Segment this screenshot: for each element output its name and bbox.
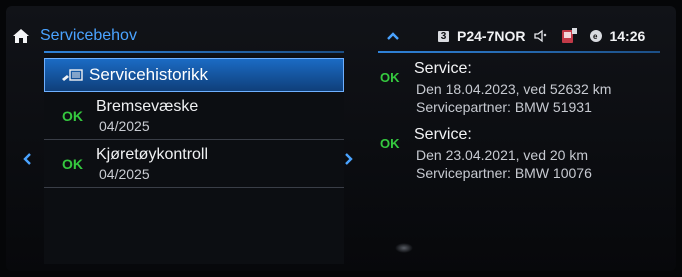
service-history-label: Servicehistorikk <box>89 65 209 84</box>
connectivity-icon: e <box>590 30 603 42</box>
chevron-right-icon[interactable] <box>344 152 354 166</box>
notification-badge: 3 <box>438 30 449 42</box>
status-ok: OK <box>62 156 83 172</box>
item-date: 04/2025 <box>99 166 150 182</box>
screen-glare <box>395 243 413 253</box>
service-history-item[interactable]: Servicehistorikk <box>44 58 344 92</box>
home-icon[interactable] <box>12 27 30 45</box>
item-date: 04/2025 <box>99 118 150 134</box>
status-ok: OK <box>380 70 400 85</box>
svg-text:e: e <box>593 32 598 41</box>
list-item[interactable]: OK Kjøretøykontroll 04/2025 <box>44 142 344 188</box>
status-underline <box>378 51 660 53</box>
status-ok: OK <box>62 108 83 124</box>
service-doc-icon <box>62 69 83 81</box>
chevron-up-icon[interactable] <box>386 31 400 41</box>
entry-date: Den 23.04.2021, ved 20 km <box>416 147 589 163</box>
entry-title: Service: <box>414 60 472 77</box>
entry-partner: Servicepartner: BMW 51931 <box>416 99 592 115</box>
clock: 14:26 <box>609 28 646 44</box>
phone-icon <box>562 28 578 43</box>
item-name: Bremsevæske <box>96 98 199 115</box>
entry-date: Den 18.04.2023, ved 52632 km <box>416 81 612 97</box>
speaker-icon <box>534 29 547 43</box>
entry-partner: Servicepartner: BMW 10076 <box>416 165 592 181</box>
list-item[interactable]: OK Bremsevæske 04/2025 <box>44 94 344 140</box>
entry-title: Service: <box>414 126 472 143</box>
status-bar: 3 P24-7NOR e 14:26 <box>378 24 660 48</box>
item-name: Kjøretøykontroll <box>96 146 209 163</box>
status-ok: OK <box>380 136 400 151</box>
title-underline <box>44 51 344 53</box>
service-menu: Servicehistorikk OK Bremsevæske 04/2025 … <box>44 56 344 264</box>
chevron-left-icon[interactable] <box>22 152 32 166</box>
left-header: Servicebehov <box>8 24 344 48</box>
license-plate: P24-7NOR <box>457 28 526 44</box>
page-title: Servicebehov <box>40 27 137 44</box>
